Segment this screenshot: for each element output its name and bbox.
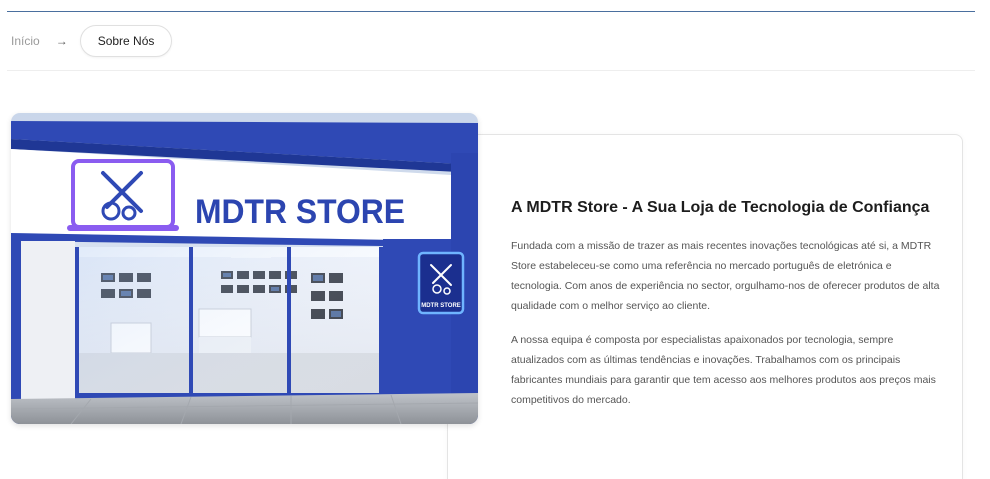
store-front-image: MDTR STORE MDTR STORE xyxy=(11,113,478,424)
breadcrumb-home-link[interactable]: Início xyxy=(11,34,40,48)
about-paragraph-1: Fundada com a missão de trazer as mais r… xyxy=(511,240,940,312)
about-paragraph-2: A nossa equipa é composta por especialis… xyxy=(511,334,936,406)
arrow-right-icon: → xyxy=(55,34,68,48)
about-title: A MDTR Store - A Sua Loja de Tecnologia … xyxy=(511,199,930,216)
top-divider xyxy=(7,11,975,12)
breadcrumb: Início → Sobre Nós xyxy=(11,25,173,57)
breadcrumb-current: Sobre Nós xyxy=(79,25,173,57)
svg-text:MDTR STORE: MDTR STORE xyxy=(421,303,461,309)
svg-text:MDTR STORE: MDTR STORE xyxy=(195,193,405,231)
breadcrumb-divider xyxy=(7,70,975,71)
about-content: A MDTR Store - A Sua Loja de Tecnologia … xyxy=(511,197,941,410)
